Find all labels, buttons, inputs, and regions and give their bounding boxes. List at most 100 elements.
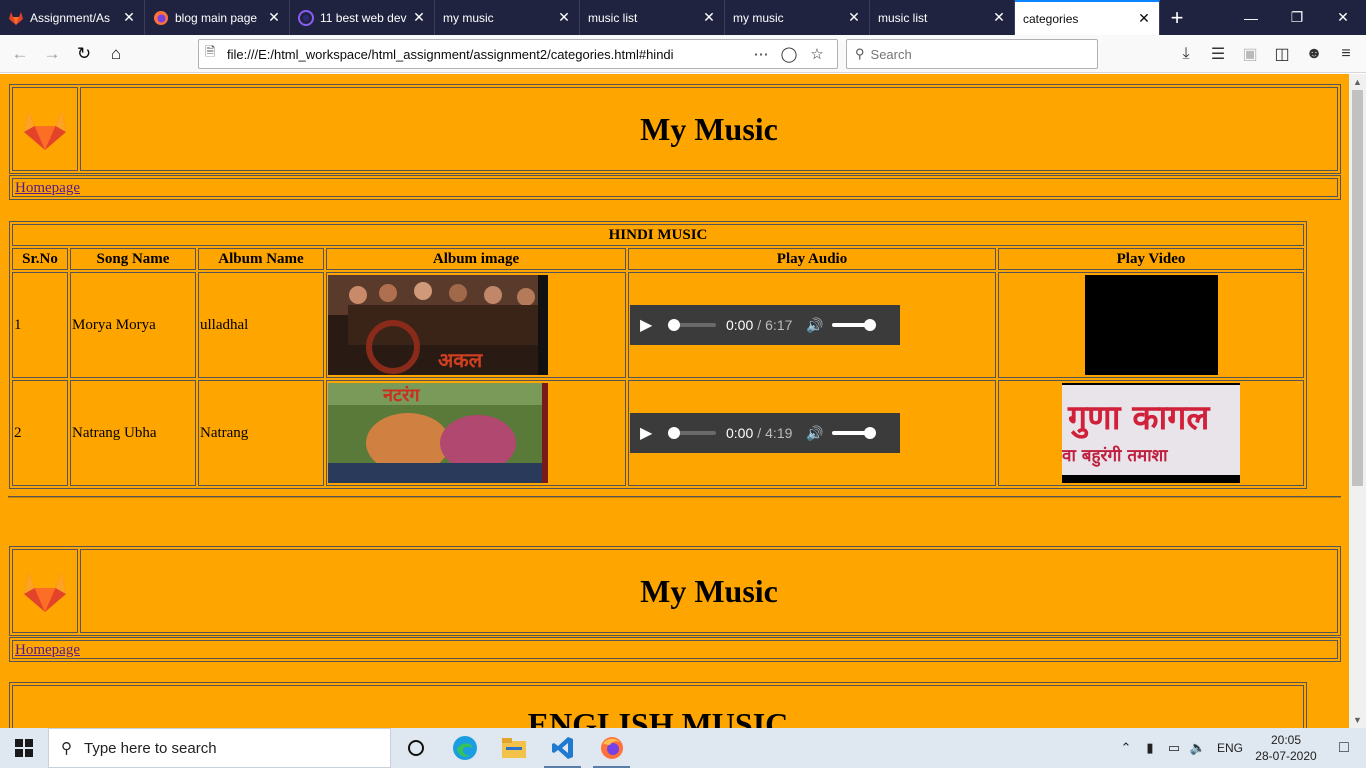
search-icon: ⚲ <box>855 46 865 61</box>
firefox-icon[interactable] <box>587 728 636 768</box>
account-icon[interactable]: ☻ <box>1298 38 1330 70</box>
taskbar-search[interactable]: ⚲ Type here to search <box>48 728 391 768</box>
nav-row: Homepage <box>9 637 1341 662</box>
volume-slider[interactable] <box>832 319 877 331</box>
speaker-icon[interactable]: 🔈 <box>1186 740 1210 756</box>
song-name-cell: Natrang Ubha <box>70 380 196 486</box>
audio-duration: 4:19 <box>765 425 793 441</box>
volume-icon[interactable]: 🔊 <box>806 317 824 334</box>
close-tab-icon[interactable]: ✕ <box>847 9 861 26</box>
browser-tab[interactable]: music list ✕ <box>870 0 1015 35</box>
tab-title: my music <box>733 10 784 25</box>
minimize-icon[interactable]: — <box>1228 0 1274 35</box>
taskbar-search-placeholder: Type here to search <box>84 739 217 757</box>
language-indicator[interactable]: ENG <box>1210 741 1250 755</box>
sidebar-icon[interactable]: ◫ <box>1266 38 1298 70</box>
video-player[interactable]: गुणा कागल वा बहुरंगी तमाशा <box>1062 383 1240 483</box>
browser-tab[interactable]: my music ✕ <box>725 0 870 35</box>
album-name-cell: Natrang <box>198 380 324 486</box>
notifications-icon[interactable]: □ <box>1322 739 1366 757</box>
library-icon[interactable]: ☰ <box>1202 38 1234 70</box>
homepage-link[interactable]: Homepage <box>12 178 1338 197</box>
table-header-row: Sr.No Song Name Album Name Album image P… <box>12 248 1304 270</box>
site-header: My Music <box>9 546 1341 636</box>
forward-icon[interactable]: → <box>36 38 68 70</box>
search-input[interactable] <box>870 46 1089 62</box>
close-tab-icon[interactable]: ✕ <box>1137 10 1151 27</box>
system-tray: ⌃ ▮ ▭ 🔈 ENG 20:05 28-07-2020 □ <box>1114 728 1366 768</box>
close-window-icon[interactable]: ✕ <box>1320 0 1366 35</box>
audio-player[interactable]: ▶ 0:00/6:17 🔊 <box>630 305 900 345</box>
restore-icon[interactable]: ❐ <box>1274 0 1320 35</box>
album-cover-image: नटरंग <box>328 383 548 483</box>
close-tab-icon[interactable]: ✕ <box>557 9 571 26</box>
svg-text:नटरंग: नटरंग <box>382 385 420 406</box>
seek-slider[interactable] <box>668 427 716 439</box>
browser-tab[interactable]: blog main page ✕ <box>145 0 290 35</box>
network-icon[interactable]: ▭ <box>1162 740 1186 756</box>
hindi-music-table: HINDI MUSIC Sr.No Song Name Album Name A… <box>9 221 1307 489</box>
column-header: Play Video <box>998 248 1304 270</box>
back-icon[interactable]: ← <box>4 38 36 70</box>
video-player[interactable] <box>1084 275 1218 375</box>
album-image-cell: नटरंग <box>326 380 626 486</box>
video-frame-text: गुणा कागल <box>1068 398 1210 438</box>
browser-tab-active[interactable]: categories ✕ <box>1015 0 1160 35</box>
task-view-icon[interactable] <box>391 728 440 768</box>
volume-slider[interactable] <box>832 427 877 439</box>
menu-icon[interactable]: ≡ <box>1330 38 1362 70</box>
edge-icon[interactable] <box>440 728 489 768</box>
audio-player[interactable]: ▶ 0:00/4:19 🔊 <box>630 413 900 453</box>
page-scrollbar[interactable]: ▲ ▼ <box>1349 74 1366 728</box>
column-header: Play Audio <box>628 248 996 270</box>
tab-title: music list <box>588 10 638 25</box>
tab-title: Assignment/As <box>30 10 111 25</box>
scrollbar-thumb[interactable] <box>1352 90 1363 486</box>
seek-slider[interactable] <box>668 319 716 331</box>
time-separator: / <box>757 317 762 333</box>
browser-tab[interactable]: my music ✕ <box>435 0 580 35</box>
play-icon[interactable]: ▶ <box>640 315 660 335</box>
scroll-up-icon[interactable]: ▲ <box>1349 74 1366 90</box>
search-icon: ⚲ <box>61 740 72 757</box>
volume-icon[interactable]: 🔊 <box>806 425 824 442</box>
scroll-down-icon[interactable]: ▼ <box>1349 712 1366 728</box>
reload-icon[interactable]: ↻ <box>68 38 100 70</box>
close-tab-icon[interactable]: ✕ <box>992 9 1006 26</box>
vscode-icon[interactable] <box>538 728 587 768</box>
browser-tab[interactable]: Assignment/As ✕ <box>0 0 145 35</box>
english-music-table: ENGLISH MUSIC <box>9 682 1307 728</box>
screenshot-icon[interactable]: ▣ <box>1234 38 1266 70</box>
page-actions-icon[interactable]: ⋯ <box>747 45 775 63</box>
table-row: 2 Natrang Ubha Natrang नटरंग ▶ 0:00 / 4:… <box>12 380 1304 486</box>
clock[interactable]: 20:05 28-07-2020 <box>1250 732 1322 764</box>
home-icon[interactable]: ⌂ <box>100 38 132 70</box>
pocket-icon[interactable]: ◯ <box>775 45 803 63</box>
sr-no-cell: 2 <box>12 380 68 486</box>
show-hidden-icons-icon[interactable]: ⌃ <box>1114 740 1138 756</box>
close-tab-icon[interactable]: ✕ <box>412 9 426 26</box>
battery-icon[interactable]: ▮ <box>1138 740 1162 756</box>
close-tab-icon[interactable]: ✕ <box>702 9 716 26</box>
column-header: Sr.No <box>12 248 68 270</box>
file-explorer-icon[interactable] <box>489 728 538 768</box>
downloads-icon[interactable]: ⤓ <box>1170 38 1202 70</box>
bookmark-star-icon[interactable]: ☆ <box>803 45 831 63</box>
close-tab-icon[interactable]: ✕ <box>267 9 281 26</box>
close-tab-icon[interactable]: ✕ <box>122 9 136 26</box>
homepage-link[interactable]: Homepage <box>12 640 1338 659</box>
browser-tab[interactable]: 11 best web dev ✕ <box>290 0 435 35</box>
windows-start-icon[interactable] <box>0 728 48 768</box>
tab-title: 11 best web dev <box>320 10 407 25</box>
url-text[interactable]: file:///E:/html_workspace/html_assignmen… <box>227 47 747 62</box>
page-info-icon[interactable]: 🗎 <box>205 43 227 65</box>
album-image-cell: अकल <box>326 272 626 378</box>
site-header: My Music <box>9 84 1341 174</box>
search-box[interactable]: ⚲ <box>846 39 1098 69</box>
browser-tab[interactable]: music list ✕ <box>580 0 725 35</box>
play-icon[interactable]: ▶ <box>640 423 660 443</box>
clock-time: 20:05 <box>1270 733 1302 747</box>
url-bar[interactable]: 🗎 file:///E:/html_workspace/html_assignm… <box>198 39 838 69</box>
audio-cell: ▶ 0:00/6:17 🔊 <box>628 272 996 378</box>
new-tab-button[interactable]: + <box>1160 0 1194 35</box>
